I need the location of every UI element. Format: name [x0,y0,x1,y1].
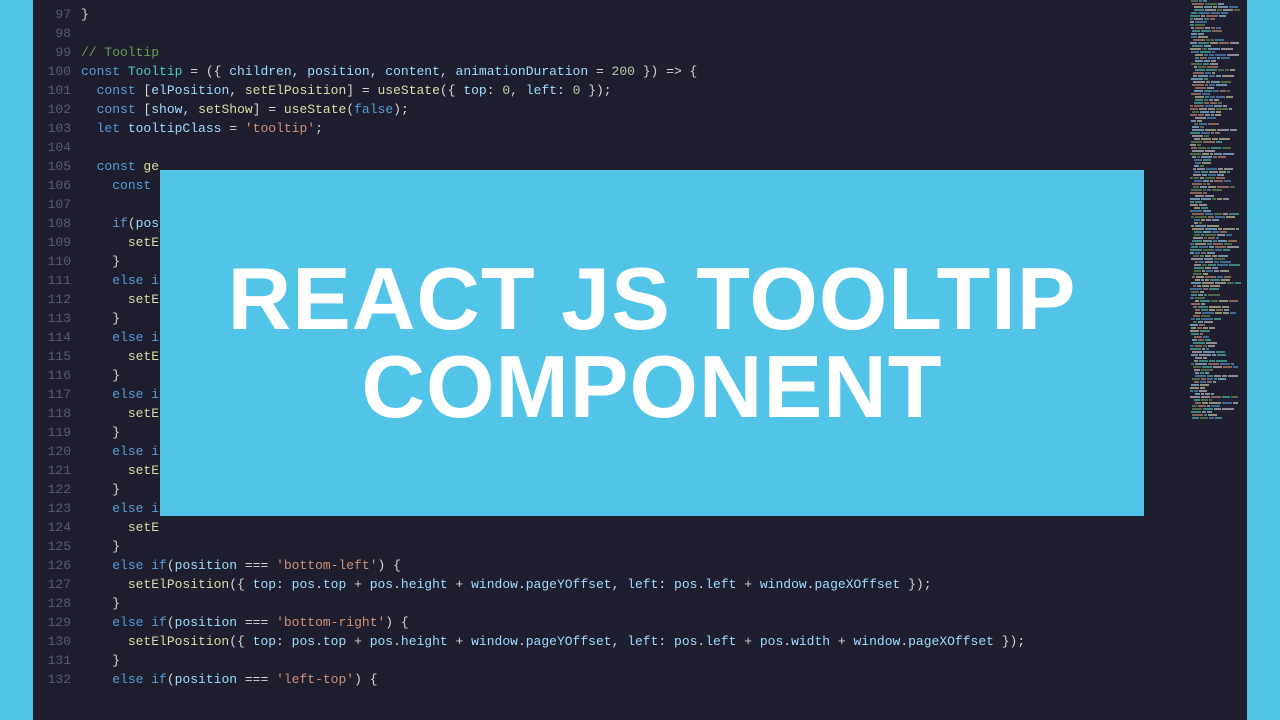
line-number: 125 [33,537,71,556]
line-number: 104 [33,138,71,157]
code-line[interactable]: let tooltipClass = 'tooltip'; [81,119,1187,138]
code-line[interactable]: const [show, setShow] = useState(false); [81,100,1187,119]
line-number: 98 [33,24,71,43]
line-number: 130 [33,632,71,651]
line-number: 118 [33,404,71,423]
line-number-gutter: 9798991001011021031041051061071081091101… [33,0,81,720]
code-line[interactable]: else if(position === 'left-top') { [81,670,1187,689]
line-number: 128 [33,594,71,613]
code-line[interactable]: const Tooltip = ({ children, position, c… [81,62,1187,81]
code-line[interactable]: setElPosition({ top: pos.top + pos.heigh… [81,575,1187,594]
code-line[interactable]: } [81,594,1187,613]
line-number: 110 [33,252,71,271]
line-number: 124 [33,518,71,537]
title-overlay: REACT JS TOOLTIP COMPONENT [160,170,1144,516]
overlay-line1: REACT JS TOOLTIP [228,249,1077,348]
code-line[interactable]: const [elPosition, setElPosition] = useS… [81,81,1187,100]
line-number: 120 [33,442,71,461]
line-number: 100 [33,62,71,81]
line-number: 114 [33,328,71,347]
line-number: 126 [33,556,71,575]
code-line[interactable]: else if(position === 'bottom-left') { [81,556,1187,575]
line-number: 105 [33,157,71,176]
line-number: 123 [33,499,71,518]
line-number: 111 [33,271,71,290]
minimap[interactable] [1187,0,1247,720]
line-number: 103 [33,119,71,138]
line-number: 129 [33,613,71,632]
line-number: 116 [33,366,71,385]
line-number: 107 [33,195,71,214]
line-number: 115 [33,347,71,366]
code-line[interactable]: setElPosition({ top: pos.top + pos.heigh… [81,632,1187,651]
overlay-line2: COMPONENT [361,337,942,436]
line-number: 119 [33,423,71,442]
line-number: 97 [33,5,71,24]
line-number: 117 [33,385,71,404]
line-number: 108 [33,214,71,233]
code-line[interactable]: else if(position === 'bottom-right') { [81,613,1187,632]
line-number: 101 [33,81,71,100]
line-number: 109 [33,233,71,252]
line-number: 132 [33,670,71,689]
code-line[interactable] [81,138,1187,157]
code-line[interactable]: } [81,537,1187,556]
code-line[interactable]: // Tooltip [81,43,1187,62]
line-number: 102 [33,100,71,119]
code-line[interactable]: setE [81,518,1187,537]
line-number: 112 [33,290,71,309]
code-line[interactable]: } [81,5,1187,24]
code-line[interactable]: } [81,651,1187,670]
line-number: 131 [33,651,71,670]
line-number: 113 [33,309,71,328]
line-number: 99 [33,43,71,62]
overlay-title: REACT JS TOOLTIP COMPONENT [228,255,1077,431]
line-number: 121 [33,461,71,480]
line-number: 122 [33,480,71,499]
line-number: 127 [33,575,71,594]
line-number: 106 [33,176,71,195]
code-line[interactable] [81,24,1187,43]
